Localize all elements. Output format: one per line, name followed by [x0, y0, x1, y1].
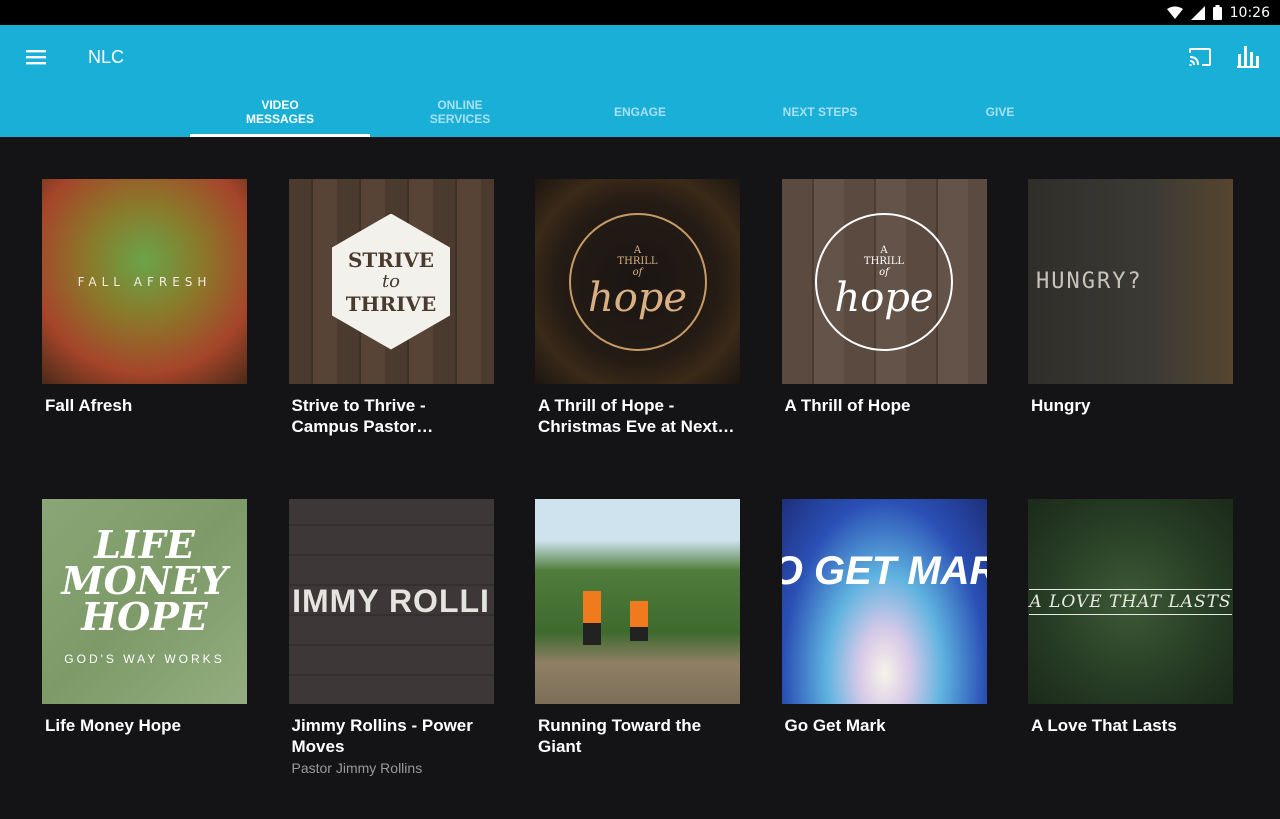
circle-logo: A THRILL of hope	[815, 212, 953, 351]
thumbnail-art-text: A	[633, 245, 642, 256]
thumbnail-art-text: HOPE	[81, 593, 208, 639]
circle-logo: A THRILL of hope	[568, 212, 707, 351]
video-title: A Love That Lasts	[1031, 716, 1177, 735]
video-thumbnail[interactable]: IMMY ROLLI	[288, 499, 494, 704]
video-thumbnail[interactable]: STRIVE to THRIVE	[288, 179, 494, 384]
hamburger-menu-icon[interactable]	[26, 47, 46, 67]
tab-next-steps[interactable]: NEXT STEPS	[730, 87, 910, 137]
thumbnail-art-text: THRILL	[863, 256, 905, 267]
video-title: A Thrill of Hope - Christmas Eve at Next…	[538, 396, 735, 436]
status-bar: 10:26	[0, 0, 1280, 25]
video-card-thrill-of-hope-christmas-eve[interactable]: A THRILL of hope A Thrill of Hope - Chri…	[535, 179, 740, 499]
thumbnail-art-text: FALL AFRESH	[77, 274, 212, 289]
wifi-icon	[1166, 6, 1183, 19]
thumbnail-art-text: hope	[834, 275, 934, 321]
tab-engage[interactable]: ENGAGE	[550, 87, 730, 137]
video-card-running-toward-the-giant[interactable]: Running Toward the Giant	[535, 499, 740, 819]
video-card-thrill-of-hope[interactable]: A THRILL of hope A Thrill of Hope	[781, 179, 987, 499]
status-time: 10:26	[1229, 4, 1270, 21]
video-card-jimmy-rollins[interactable]: IMMY ROLLI Jimmy Rollins - Power Moves P…	[288, 499, 494, 819]
thumbnail-art-text: GO GET MARK	[782, 549, 987, 593]
video-title: Go Get Mark	[784, 716, 886, 735]
hexagon-logo: STRIVE to THRIVE	[332, 213, 450, 350]
video-title: A Thrill of Hope	[784, 396, 911, 415]
video-card-a-love-that-lasts[interactable]: A LOVE THAT LASTS A Love That Lasts	[1028, 499, 1233, 819]
app-bar: NLC VIDEO MESSAGES ONLINE SERVICES ENGAG…	[0, 25, 1280, 137]
video-card-go-get-mark[interactable]: GO GET MARK Go Get Mark	[781, 499, 987, 819]
thumbnail-art-text: to	[381, 270, 401, 292]
thumbnail-art-text: IMMY ROLLI	[292, 583, 490, 619]
video-title: Life Money Hope	[45, 716, 182, 735]
video-thumbnail[interactable]	[535, 499, 740, 704]
person-figure	[583, 591, 601, 623]
video-thumbnail[interactable]: HUNGRY?	[1028, 179, 1233, 384]
thumbnail-art-text: THRILL	[617, 256, 658, 267]
cellular-signal-icon	[1190, 5, 1205, 20]
video-messages-grid: FALL AFRESH Fall Afresh STRIVE to THRIVE…	[42, 179, 1233, 819]
thumbnail-art-text: A LOVE THAT LASTS	[1029, 588, 1232, 615]
thumbnail-art-text: A	[880, 245, 888, 256]
video-card-strive-to-thrive[interactable]: STRIVE to THRIVE Strive to Thrive - Camp…	[288, 179, 494, 499]
thumbnail-art-text: GOD'S WAY WORKS	[64, 651, 225, 666]
video-title: Strive to Thrive - Campus Pastor…	[291, 396, 434, 436]
cast-icon[interactable]	[1188, 45, 1212, 69]
video-card-fall-afresh[interactable]: FALL AFRESH Fall Afresh	[42, 179, 247, 499]
person-figure	[630, 601, 648, 627]
video-thumbnail[interactable]: LIFE MONEY HOPE GOD'S WAY WORKS	[42, 499, 247, 704]
video-thumbnail[interactable]: A THRILL of hope	[781, 179, 987, 384]
tab-bar: VIDEO MESSAGES ONLINE SERVICES ENGAGE NE…	[190, 87, 1090, 137]
video-thumbnail[interactable]: A THRILL of hope	[535, 179, 740, 384]
video-title: Jimmy Rollins - Power Moves	[291, 716, 473, 756]
video-thumbnail[interactable]: FALL AFRESH	[42, 179, 247, 384]
thumbnail-art-text: HUNGRY?	[1036, 269, 1143, 294]
video-card-life-money-hope[interactable]: LIFE MONEY HOPE GOD'S WAY WORKS Life Mon…	[42, 499, 247, 819]
tab-video-messages[interactable]: VIDEO MESSAGES	[190, 87, 370, 137]
video-title: Fall Afresh	[45, 396, 133, 415]
person-figure	[583, 623, 601, 645]
video-card-hungry[interactable]: HUNGRY? Hungry	[1028, 179, 1233, 499]
tab-give[interactable]: GIVE	[910, 87, 1090, 137]
thumbnail-art-text: THRIVE	[345, 291, 437, 316]
video-title: Hungry	[1031, 396, 1091, 415]
video-thumbnail[interactable]: A LOVE THAT LASTS	[1028, 499, 1233, 704]
bar-chart-icon[interactable]	[1237, 44, 1259, 68]
app-title: NLC	[88, 47, 125, 67]
battery-icon	[1212, 5, 1222, 20]
thumbnail-art-text: STRIVE	[347, 247, 435, 272]
video-title: Running Toward the Giant	[538, 716, 702, 756]
video-thumbnail[interactable]: GO GET MARK	[781, 499, 987, 704]
thumbnail-art-text: hope	[587, 275, 688, 321]
person-figure	[630, 627, 648, 641]
video-speaker: Pastor Jimmy Rollins	[291, 760, 423, 776]
tab-online-services[interactable]: ONLINE SERVICES	[370, 87, 550, 137]
